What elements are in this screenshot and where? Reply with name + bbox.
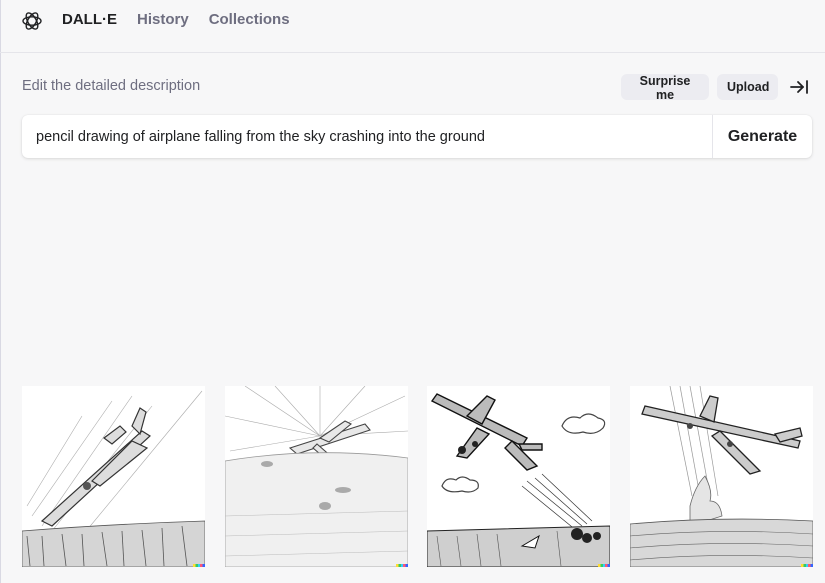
watermark-stripe	[396, 564, 408, 567]
watermark-stripe	[193, 564, 205, 567]
watermark-stripe	[801, 564, 813, 567]
collapse-panel-icon[interactable]	[789, 78, 809, 96]
result-image-4[interactable]	[630, 386, 813, 567]
window-edge	[0, 0, 1, 583]
nav-history[interactable]: History	[137, 10, 189, 30]
watermark-stripe	[598, 564, 610, 567]
description-label: Edit the detailed description	[22, 78, 201, 94]
nav-links: DALL·E History Collections	[62, 10, 290, 30]
prompt-bar: Generate	[22, 115, 812, 158]
upload-button[interactable]: Upload	[717, 74, 778, 100]
openai-logo-icon[interactable]	[20, 9, 44, 33]
result-image-2[interactable]	[225, 386, 408, 567]
surprise-me-button[interactable]: Surprise me	[621, 74, 709, 102]
result-image-1[interactable]	[22, 386, 205, 567]
nav-brand-dalle[interactable]: DALL·E	[62, 10, 117, 30]
generate-button[interactable]: Generate	[712, 115, 812, 158]
result-image-3[interactable]	[427, 386, 610, 567]
top-navigation: DALL·E History Collections	[0, 0, 825, 53]
prompt-input[interactable]	[22, 115, 712, 158]
nav-collections[interactable]: Collections	[209, 10, 290, 30]
